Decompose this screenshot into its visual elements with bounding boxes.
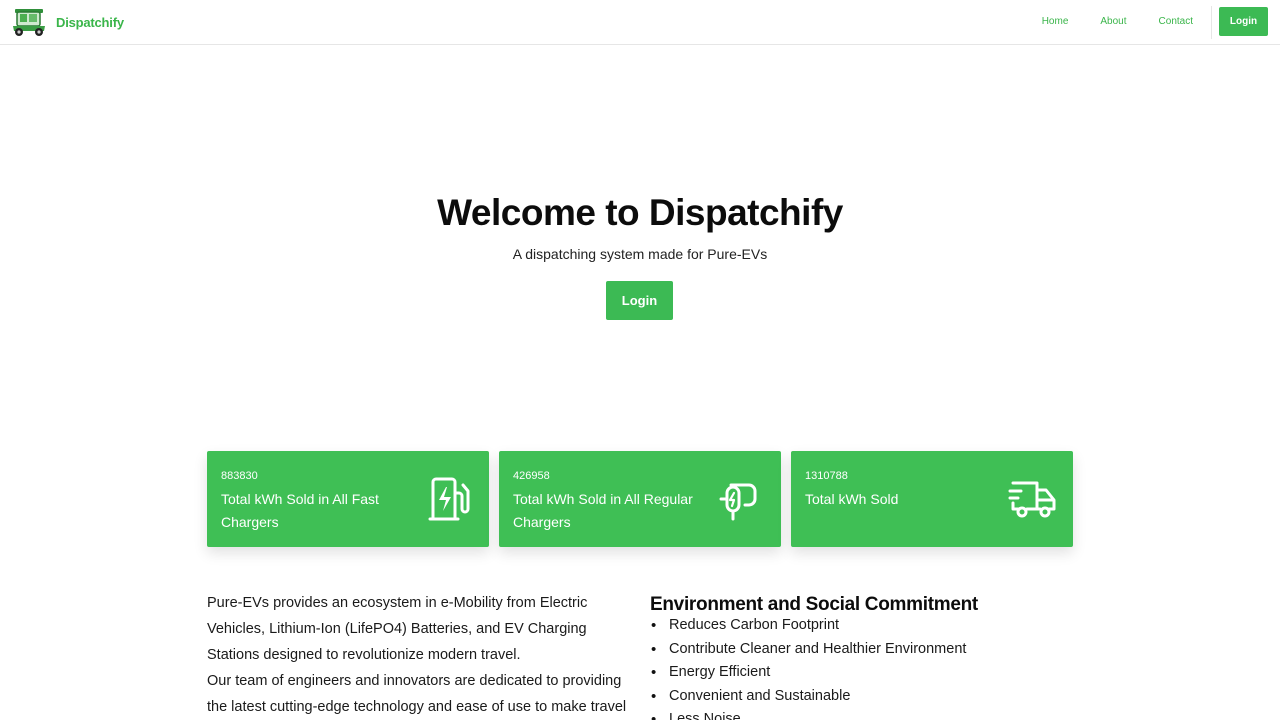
list-item: Convenient and Sustainable: [650, 685, 966, 709]
fuel-pump-bolt-icon: [428, 477, 470, 521]
stat-value: 1310788: [805, 470, 848, 482]
about-paragraph: Our team of engineers and innovators are…: [207, 673, 627, 715]
brand[interactable]: Dispatchify: [10, 5, 124, 39]
stat-card-total: 1310788 Total kWh Sold: [791, 451, 1073, 547]
commitment-title: Environment and Social Commitment: [650, 594, 978, 615]
brand-name: Dispatchify: [56, 14, 124, 30]
ev-tricycle-logo-icon: [13, 9, 45, 36]
list-item: Less Noise: [650, 708, 966, 720]
nav-contact-link[interactable]: Contact: [1159, 8, 1193, 36]
about-paragraph: Pure-EVs provides an ecosystem in e-Mobi…: [207, 595, 588, 663]
list-item: Reduces Carbon Footprint: [650, 614, 966, 638]
hero-subtitle: A dispatching system made for Pure-EVs: [512, 246, 768, 262]
stat-label: Total kWh Sold in All Regular Chargers: [513, 491, 693, 530]
nav-links: Home About Contact Login: [1042, 7, 1268, 36]
nav-login-button[interactable]: Login: [1219, 7, 1268, 36]
navbar: Dispatchify Home About Contact Login: [0, 0, 1280, 45]
charging-plug-icon: [719, 483, 757, 521]
list-item: Contribute Cleaner and Healthier Environ…: [650, 638, 966, 662]
hero-title: Welcome to Dispatchify: [437, 192, 843, 233]
stat-value: 426958: [513, 470, 550, 482]
fast-truck-icon: [1008, 481, 1056, 518]
list-item: Energy Efficient: [650, 661, 966, 685]
nav-about-link[interactable]: About: [1100, 8, 1126, 36]
commitment-list: Reduces Carbon Footprint Contribute Clea…: [650, 614, 966, 720]
stat-label: Total kWh Sold in All Fast Chargers: [221, 491, 379, 530]
stat-value: 883830: [221, 470, 258, 482]
stat-card-fast-chargers: 883830 Total kWh Sold in All Fast Charge…: [207, 451, 489, 547]
hero-login-button[interactable]: Login: [606, 281, 673, 320]
about-text: Pure-EVs provides an ecosystem in e-Mobi…: [207, 590, 627, 720]
nav-home-link[interactable]: Home: [1042, 8, 1069, 36]
stat-label: Total kWh Sold: [805, 491, 899, 507]
stat-card-regular-chargers: 426958 Total kWh Sold in All Regular Cha…: [499, 451, 781, 547]
